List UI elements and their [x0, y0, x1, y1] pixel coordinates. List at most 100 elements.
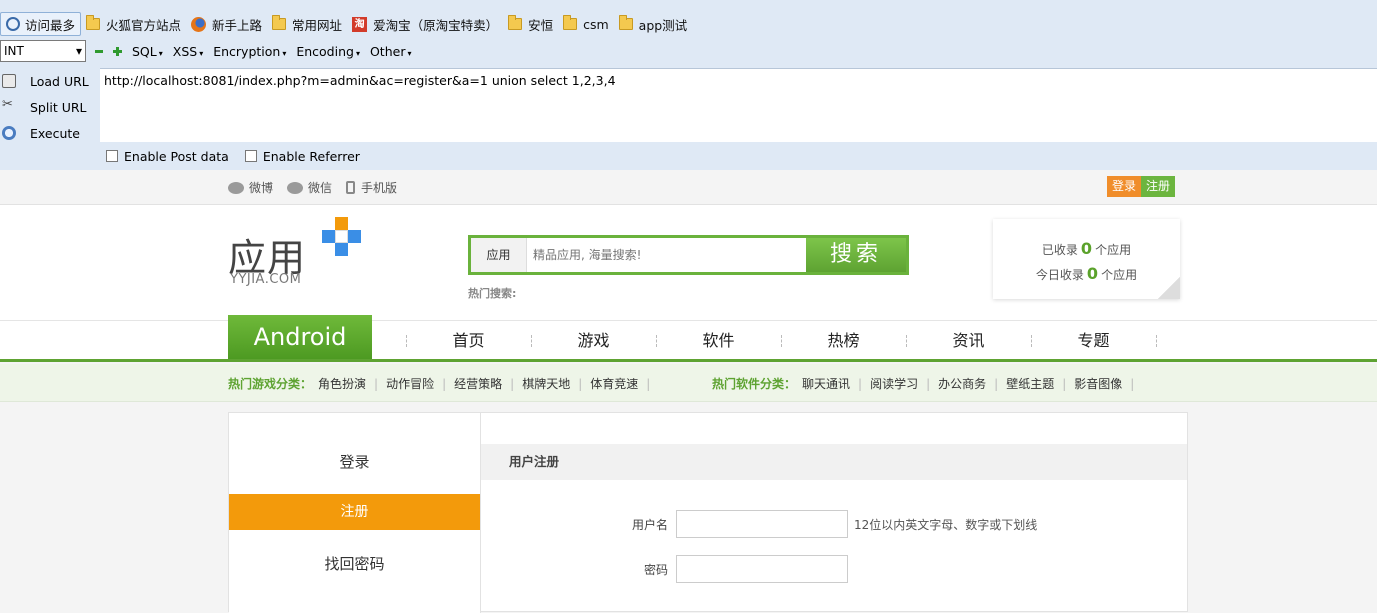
stats-unit: 个应用: [1095, 243, 1132, 257]
account-panel: 登录 注册 找回密码 用户注册 用户名 12位以内英文字母、数字或下划线 密码: [228, 412, 1188, 613]
nav-divider: [1156, 335, 1157, 347]
divider: |: [858, 376, 863, 391]
game-category-link[interactable]: 体育竞速: [590, 375, 638, 392]
weibo-icon: [228, 181, 244, 194]
register-form: 用户注册 用户名 12位以内英文字母、数字或下划线 密码: [481, 413, 1187, 613]
logo-mark-icon: [320, 217, 364, 261]
plus-icon[interactable]: [112, 46, 122, 56]
load-url-button[interactable]: Load URL: [0, 68, 100, 94]
action-label: Execute: [30, 125, 80, 141]
search-input[interactable]: [527, 238, 806, 272]
bookmark-label: 火狐官方站点: [106, 17, 182, 33]
execute-button[interactable]: Execute: [0, 120, 100, 146]
username-row: 用户名 12位以内英文字母、数字或下划线: [481, 510, 1037, 538]
form-title: 用户注册: [481, 444, 1187, 480]
bookmark-most-visited[interactable]: 访问最多: [0, 12, 82, 36]
nav-hot[interactable]: 热榜: [781, 321, 906, 361]
login-button[interactable]: 登录: [1107, 176, 1142, 197]
bookmark-anheng[interactable]: 安恒: [503, 12, 558, 36]
enable-post-checkbox[interactable]: Enable Post data: [106, 149, 229, 164]
minus-icon[interactable]: [94, 46, 104, 56]
sidebar-item-forgot-password[interactable]: 找回密码: [229, 546, 480, 582]
chevron-down-icon: ▾: [407, 48, 412, 58]
checkbox[interactable]: [106, 150, 118, 162]
type-select[interactable]: INT: [0, 40, 86, 62]
game-category-link[interactable]: 经营策略: [454, 375, 502, 392]
weibo-link[interactable]: 微博: [228, 179, 273, 196]
action-label: Split URL: [30, 99, 87, 115]
enable-referrer-checkbox[interactable]: Enable Referrer: [244, 148, 360, 164]
social-label: 手机版: [361, 181, 398, 195]
nav-software[interactable]: 软件: [656, 321, 781, 361]
bookmark-firefox-site[interactable]: 火狐官方站点: [81, 12, 186, 36]
hackbar-actions: Load URL Split URL Execute: [0, 68, 100, 142]
menu-label: Encoding: [296, 43, 354, 59]
software-category-link[interactable]: 阅读学习: [870, 375, 918, 392]
mobile-link[interactable]: 手机版: [346, 179, 397, 196]
game-category-link[interactable]: 角色扮演: [318, 375, 366, 392]
sidebar-item-login[interactable]: 登录: [229, 444, 480, 480]
menu-encoding[interactable]: Encoding ▾: [296, 44, 360, 59]
menu-label: XSS: [172, 43, 198, 59]
menu-other[interactable]: Other ▾: [370, 44, 412, 59]
checkbox[interactable]: [244, 150, 257, 162]
url-textarea[interactable]: http://localhost:8081/index.php?m=admin&…: [100, 68, 1377, 142]
menu-xss[interactable]: XSS ▾: [173, 44, 203, 59]
software-category-link[interactable]: 影音图像: [1074, 375, 1122, 392]
password-input[interactable]: [676, 555, 848, 583]
option-label: Enable Referrer: [262, 148, 360, 164]
divider: |: [646, 376, 651, 391]
divider: |: [994, 376, 999, 391]
hackbar-menu: INT SQL▾ XSS▾ Encryption▾ Encoding▾ Othe…: [0, 40, 1377, 62]
bookmark-getting-started[interactable]: 新手上路: [186, 12, 267, 36]
divider: |: [374, 376, 379, 391]
stats-box: 已收录 0 个应用 今日收录 0 个应用: [993, 219, 1180, 299]
bookmark-common-sites[interactable]: 常用网址: [267, 12, 347, 36]
nav-home[interactable]: 首页: [406, 321, 531, 361]
password-row: 密码: [481, 555, 848, 583]
nav-news[interactable]: 资讯: [906, 321, 1031, 361]
search-bar: 应用 搜索: [468, 235, 909, 275]
play-icon: [2, 126, 16, 140]
software-category-link[interactable]: 办公商务: [938, 375, 986, 392]
search-category[interactable]: 应用: [471, 238, 527, 272]
nav-topics[interactable]: 专题: [1031, 321, 1156, 361]
stats-today: 今日收录 0 个应用: [993, 262, 1180, 287]
software-category-link[interactable]: 聊天通讯: [802, 375, 850, 392]
option-label: Enable Post data: [124, 148, 229, 164]
bookmark-label: 新手上路: [212, 17, 263, 33]
main-nav: Android 首页 游戏 软件 热榜 资讯 专题: [0, 315, 1377, 362]
search-button[interactable]: 搜索: [806, 238, 906, 272]
username-hint: 12位以内英文字母、数字或下划线: [854, 517, 1038, 532]
wechat-icon: [287, 181, 304, 194]
auth-buttons: 登录 注册: [1107, 176, 1176, 197]
nav-android[interactable]: Android: [228, 315, 372, 359]
username-input[interactable]: [676, 510, 848, 538]
firefox-icon: [191, 16, 207, 32]
bookmark-csm[interactable]: csm: [558, 12, 614, 36]
wechat-link[interactable]: 微信: [287, 179, 332, 196]
game-category-link[interactable]: 动作冒险: [386, 375, 434, 392]
nav-games[interactable]: 游戏: [531, 321, 656, 361]
menu-encryption[interactable]: Encryption ▾: [213, 44, 286, 59]
menu-sql[interactable]: SQL ▾: [132, 44, 163, 59]
divider: |: [510, 376, 515, 391]
register-button[interactable]: 注册: [1141, 176, 1176, 197]
bookmark-taobao[interactable]: 淘 爱淘宝（原淘宝特卖）: [347, 12, 503, 36]
bookmark-app-test[interactable]: app测试: [614, 12, 693, 36]
logo-subtitle: YYJIA.COM: [230, 272, 302, 287]
divider: |: [926, 376, 931, 391]
social-links: 微博 微信 手机版: [228, 179, 397, 196]
chevron-down-icon: ▾: [158, 48, 163, 58]
site-logo[interactable]: 应用 YYJIA.COM: [228, 217, 368, 295]
split-url-button[interactable]: Split URL: [0, 94, 100, 120]
divider: |: [1130, 376, 1135, 391]
sidebar-item-register[interactable]: 注册: [229, 494, 480, 530]
magnifier-icon: [6, 17, 20, 31]
game-category-link[interactable]: 棋牌天地: [522, 375, 570, 392]
social-label: 微信: [308, 181, 333, 195]
bookmark-label: csm: [583, 16, 609, 32]
stats-value: 0: [1086, 264, 1099, 283]
software-category-link[interactable]: 壁纸主题: [1006, 375, 1054, 392]
stats-label: 已收录: [1041, 243, 1078, 257]
